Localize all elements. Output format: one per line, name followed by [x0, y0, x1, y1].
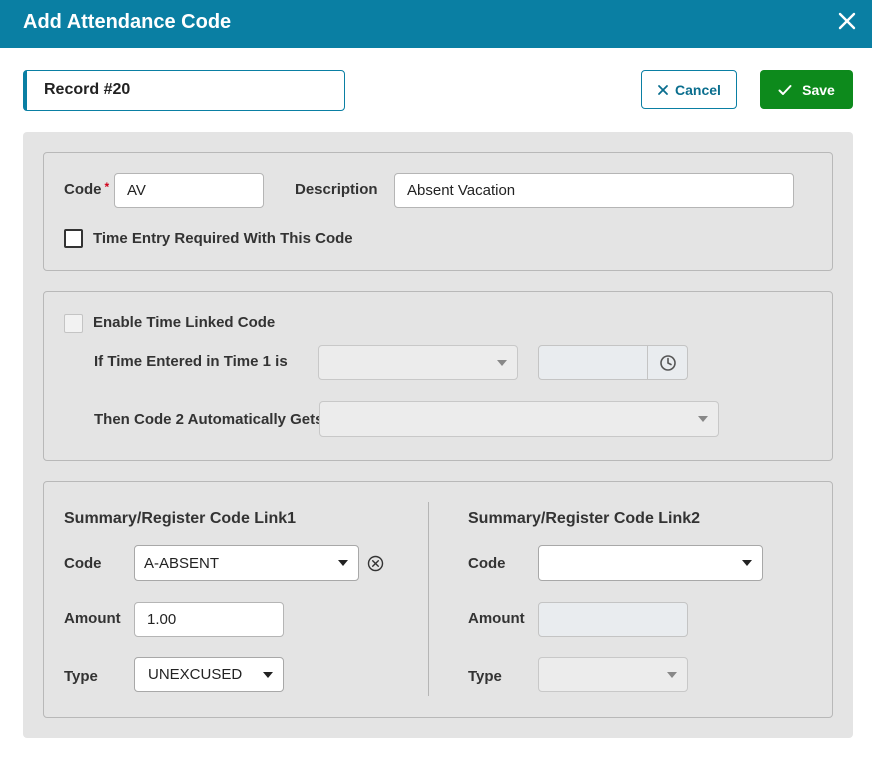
link2-heading: Summary/Register Code Link2 [468, 510, 701, 527]
description-label: Description [295, 181, 378, 198]
clear-circle-icon[interactable] [367, 555, 384, 577]
link2-code-label: Code [468, 555, 506, 572]
column-divider [428, 502, 429, 696]
chevron-down-icon [698, 416, 708, 422]
chevron-down-icon [497, 359, 507, 366]
save-label: Save [802, 81, 835, 98]
cancel-label: Cancel [675, 81, 721, 98]
link1-code-select[interactable]: A-ABSENT [134, 545, 359, 581]
chevron-down-icon [742, 560, 752, 566]
clock-icon [659, 354, 676, 371]
enable-time-linked-checkbox[interactable] [64, 314, 83, 333]
save-button[interactable]: Save [760, 70, 853, 109]
time-entry-required-label: Time Entry Required With This Code [93, 230, 353, 247]
link1-type-select[interactable]: UNEXCUSED [134, 657, 284, 692]
record-label: Record #20 [44, 81, 131, 98]
if-time-select[interactable] [318, 345, 518, 380]
chevron-down-icon [667, 671, 677, 678]
time-entry-required-checkbox[interactable] [64, 229, 83, 248]
link2-type-select[interactable] [538, 657, 688, 692]
cancel-button[interactable]: Cancel [641, 70, 737, 109]
check-icon [778, 84, 792, 95]
then-code-select[interactable] [319, 401, 719, 437]
link1-amount-input[interactable]: 1.00 [134, 602, 284, 637]
link1-amount-label: Amount [64, 610, 121, 627]
code-section [43, 152, 833, 271]
if-time-label: If Time Entered in Time 1 is [94, 353, 288, 370]
code-input[interactable]: AV [114, 173, 264, 208]
dialog-title: Add Attendance Code [23, 11, 232, 33]
dialog-header: Add Attendance Code [0, 0, 872, 48]
link2-amount-input[interactable] [538, 602, 688, 637]
link1-heading: Summary/Register Code Link1 [64, 510, 297, 527]
record-title-field: Record #20 [23, 70, 345, 111]
close-icon[interactable] [836, 10, 858, 32]
chevron-down-icon [263, 671, 273, 678]
link2-amount-label: Amount [468, 610, 525, 627]
close-icon [658, 84, 668, 95]
enable-time-linked-label: Enable Time Linked Code [93, 314, 276, 331]
link2-code-select[interactable] [538, 545, 763, 581]
code-label: Code * [64, 180, 110, 198]
time-input[interactable] [538, 345, 650, 380]
description-input[interactable]: Absent Vacation [394, 173, 794, 208]
required-mark: * [104, 180, 110, 194]
link1-type-label: Type [64, 668, 98, 685]
link2-type-label: Type [468, 668, 502, 685]
then-code-label: Then Code 2 Automatically Gets [94, 411, 324, 428]
link1-code-label: Code [64, 555, 102, 572]
clock-button[interactable] [647, 345, 688, 380]
chevron-down-icon [338, 560, 348, 566]
